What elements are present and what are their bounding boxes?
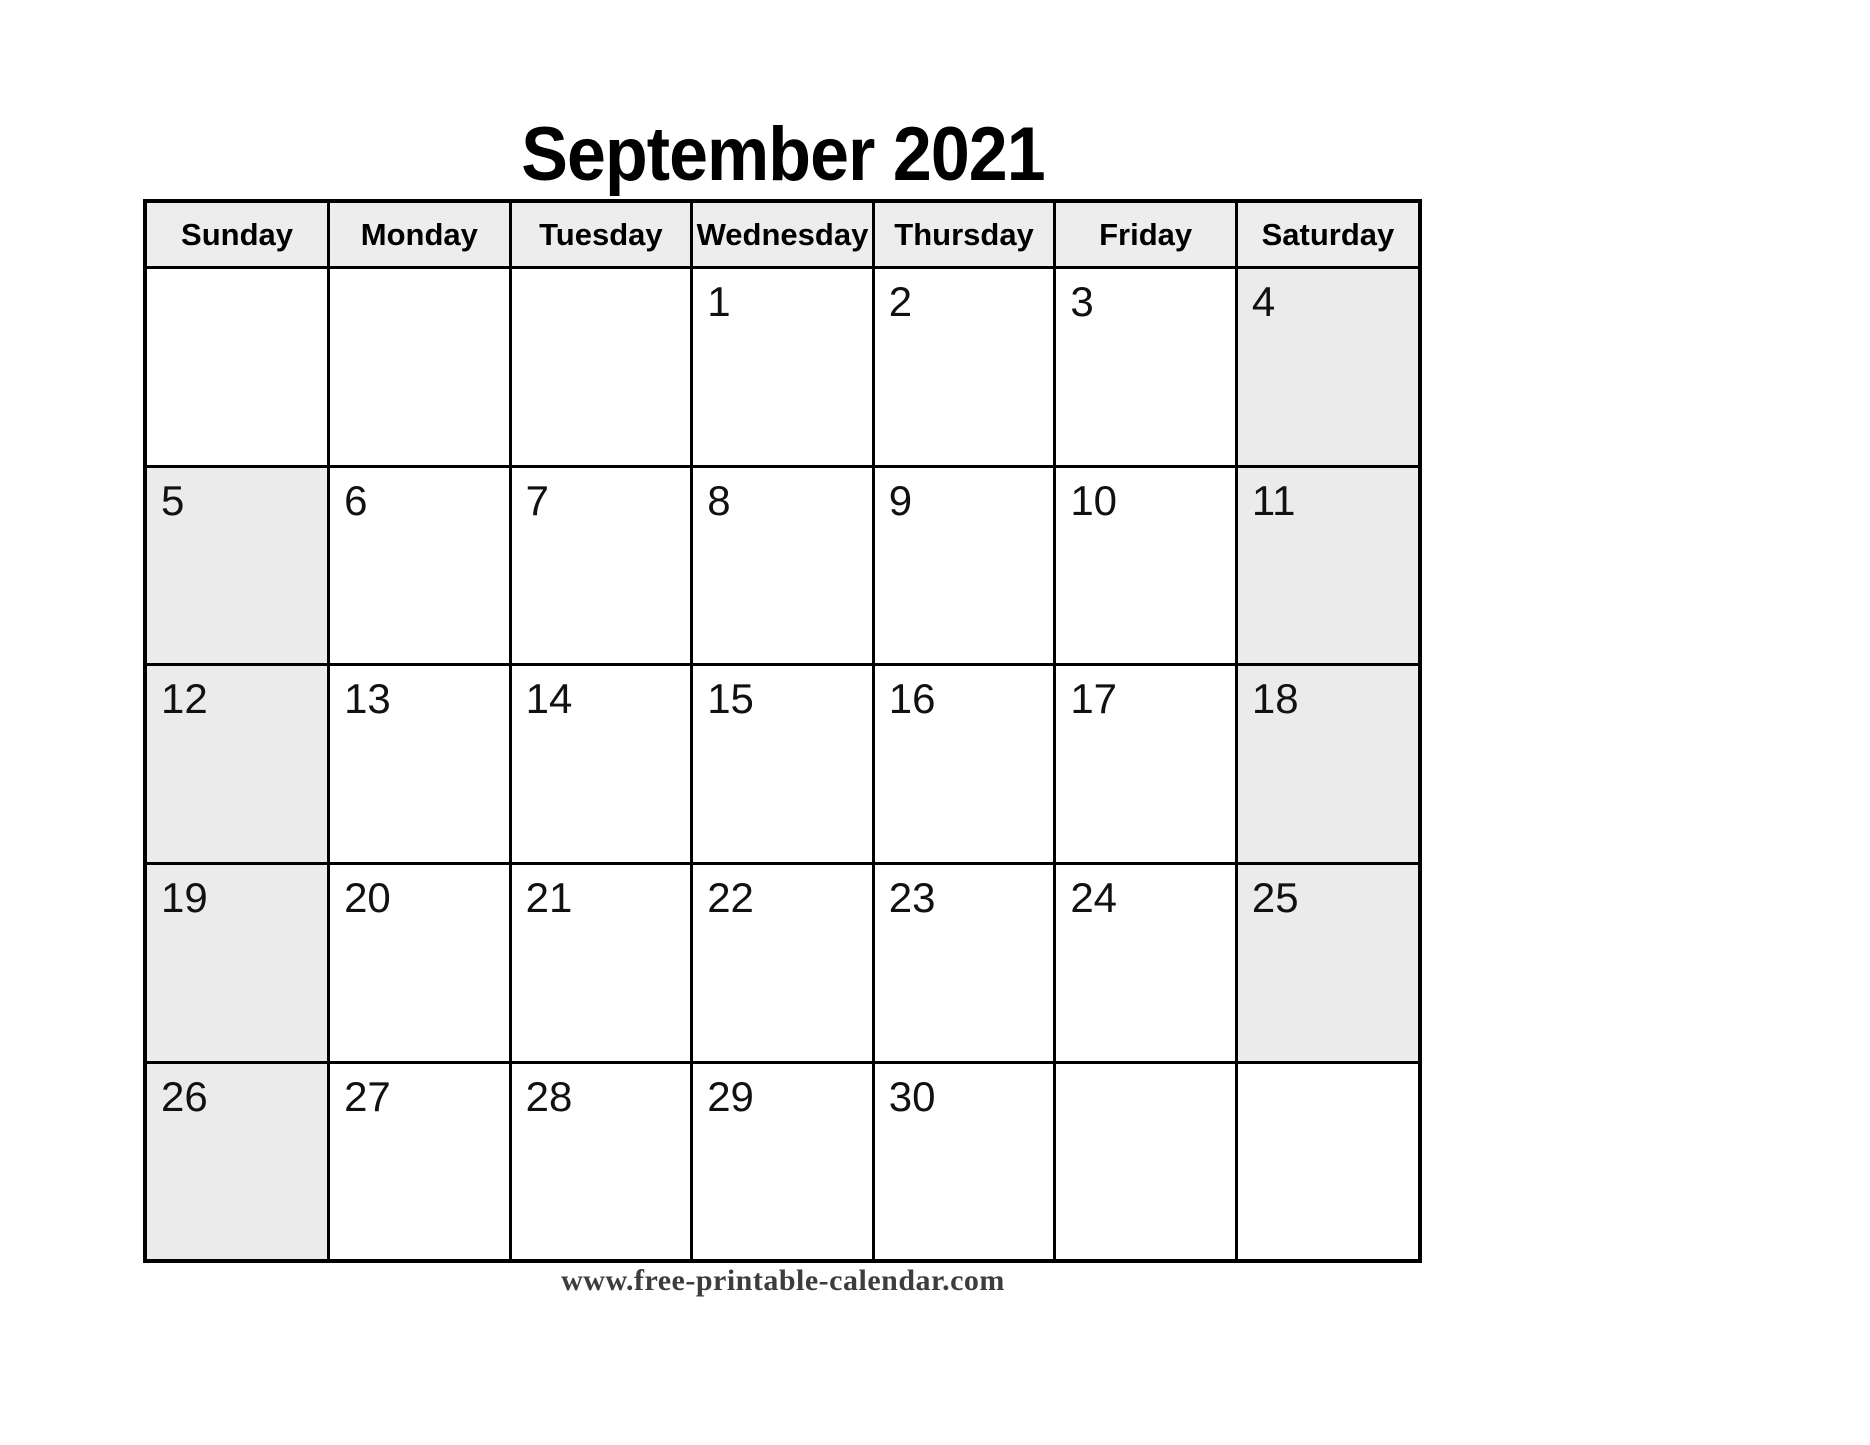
day-number: 8 <box>707 476 731 524</box>
day-number: 2 <box>888 278 913 325</box>
day-number: 23 <box>888 873 936 921</box>
calendar-day-cell[interactable]: 9 <box>871 464 1057 667</box>
calendar-week-row: 1 2 3 4 <box>147 266 1418 468</box>
website-footer[interactable]: www.free-printable-calendar.com <box>0 1264 1566 1298</box>
calendar-week-row: 5 6 7 8 9 10 11 <box>147 464 1418 667</box>
calendar-day-cell[interactable]: 16 <box>871 663 1057 865</box>
calendar-day-cell[interactable] <box>327 266 512 468</box>
calendar-day-cell[interactable]: 10 <box>1053 464 1238 667</box>
day-number: 7 <box>525 476 549 524</box>
calendar-week-row: 26 27 28 29 30 <box>147 1060 1418 1259</box>
day-number: 14 <box>525 675 573 723</box>
calendar-day-cell[interactable]: 14 <box>508 663 694 865</box>
calendar-day-cell[interactable]: 13 <box>327 663 512 865</box>
calendar-body: 1 2 3 4 5 6 7 8 9 10 11 12 13 14 15 16 1… <box>147 266 1418 1259</box>
calendar-day-cell[interactable]: 5 <box>147 464 331 667</box>
weekday-header-monday: Monday <box>327 203 512 269</box>
calendar-day-cell[interactable]: 30 <box>871 1060 1057 1259</box>
day-number: 18 <box>1251 675 1299 723</box>
calendar-page: September 2021 Sunday Monday Tuesday Wed… <box>0 0 1870 1445</box>
day-number: 17 <box>1070 675 1118 723</box>
calendar-header-row-group: Sunday Monday Tuesday Wednesday Thursday… <box>147 203 1418 269</box>
calendar-day-cell[interactable]: 19 <box>147 861 331 1064</box>
day-number: 20 <box>344 873 391 921</box>
day-number: 10 <box>1070 476 1118 524</box>
page-title: September 2021 <box>521 112 1045 197</box>
day-number: 1 <box>707 278 731 325</box>
calendar-day-cell[interactable]: 17 <box>1053 663 1238 865</box>
day-number: 4 <box>1251 278 1276 325</box>
calendar-week-row: 19 20 21 22 23 24 25 <box>147 861 1418 1064</box>
day-number: 22 <box>707 873 754 921</box>
calendar-day-cell[interactable]: 25 <box>1234 861 1418 1064</box>
day-number: 21 <box>525 873 573 921</box>
calendar-day-cell[interactable]: 8 <box>690 464 875 667</box>
calendar-day-cell[interactable]: 22 <box>690 861 875 1064</box>
calendar-day-cell[interactable]: 12 <box>147 663 331 865</box>
calendar-day-cell[interactable]: 28 <box>508 1060 694 1259</box>
day-number: 26 <box>161 1072 208 1120</box>
calendar-day-cell[interactable]: 4 <box>1234 266 1418 468</box>
weekday-header-thursday: Thursday <box>871 203 1057 269</box>
day-number: 11 <box>1251 476 1296 524</box>
calendar-day-cell[interactable]: 1 <box>690 266 875 468</box>
calendar-day-cell[interactable]: 24 <box>1053 861 1238 1064</box>
day-number: 12 <box>161 675 208 723</box>
day-number: 3 <box>1070 278 1094 325</box>
day-number: 9 <box>888 476 913 524</box>
day-number: 15 <box>707 675 754 723</box>
weekday-header-tuesday: Tuesday <box>508 203 694 269</box>
calendar-day-cell[interactable]: 2 <box>871 266 1057 468</box>
weekday-header-wednesday: Wednesday <box>690 203 875 269</box>
day-number: 5 <box>161 476 185 524</box>
calendar-day-cell[interactable]: 11 <box>1234 464 1418 667</box>
calendar-grid: Sunday Monday Tuesday Wednesday Thursday… <box>143 199 1422 1263</box>
calendar-day-cell[interactable]: 20 <box>327 861 512 1064</box>
weekday-header-saturday: Saturday <box>1234 203 1418 269</box>
weekday-header-sunday: Sunday <box>147 203 331 269</box>
calendar-day-cell[interactable]: 27 <box>327 1060 512 1259</box>
calendar-day-cell[interactable]: 21 <box>508 861 694 1064</box>
day-number: 13 <box>344 675 391 723</box>
day-number: 28 <box>525 1072 573 1120</box>
calendar-week-row: 12 13 14 15 16 17 18 <box>147 663 1418 865</box>
calendar-day-cell[interactable]: 3 <box>1053 266 1238 468</box>
calendar-day-cell[interactable]: 18 <box>1234 663 1418 865</box>
day-number: 27 <box>344 1072 391 1120</box>
day-number: 24 <box>1070 873 1118 921</box>
weekday-header-friday: Friday <box>1053 203 1238 269</box>
day-number: 25 <box>1251 873 1299 921</box>
calendar-day-cell[interactable] <box>1053 1060 1238 1259</box>
calendar-day-cell[interactable]: 23 <box>871 861 1057 1064</box>
day-number: 16 <box>888 675 936 723</box>
calendar-day-cell[interactable]: 7 <box>508 464 694 667</box>
calendar-day-cell[interactable] <box>508 266 694 468</box>
day-number: 30 <box>888 1072 936 1120</box>
calendar-day-cell[interactable]: 6 <box>327 464 512 667</box>
calendar-day-cell[interactable] <box>1234 1060 1418 1259</box>
day-number: 19 <box>161 873 208 921</box>
calendar-table: Sunday Monday Tuesday Wednesday Thursday… <box>147 203 1418 1259</box>
day-number: 6 <box>344 476 368 524</box>
calendar-day-cell[interactable]: 15 <box>690 663 875 865</box>
day-number: 29 <box>707 1072 754 1120</box>
calendar-day-cell[interactable]: 29 <box>690 1060 875 1259</box>
weekday-header-row: Sunday Monday Tuesday Wednesday Thursday… <box>147 203 1418 269</box>
calendar-day-cell[interactable] <box>147 266 331 468</box>
calendar-day-cell[interactable]: 26 <box>147 1060 331 1259</box>
